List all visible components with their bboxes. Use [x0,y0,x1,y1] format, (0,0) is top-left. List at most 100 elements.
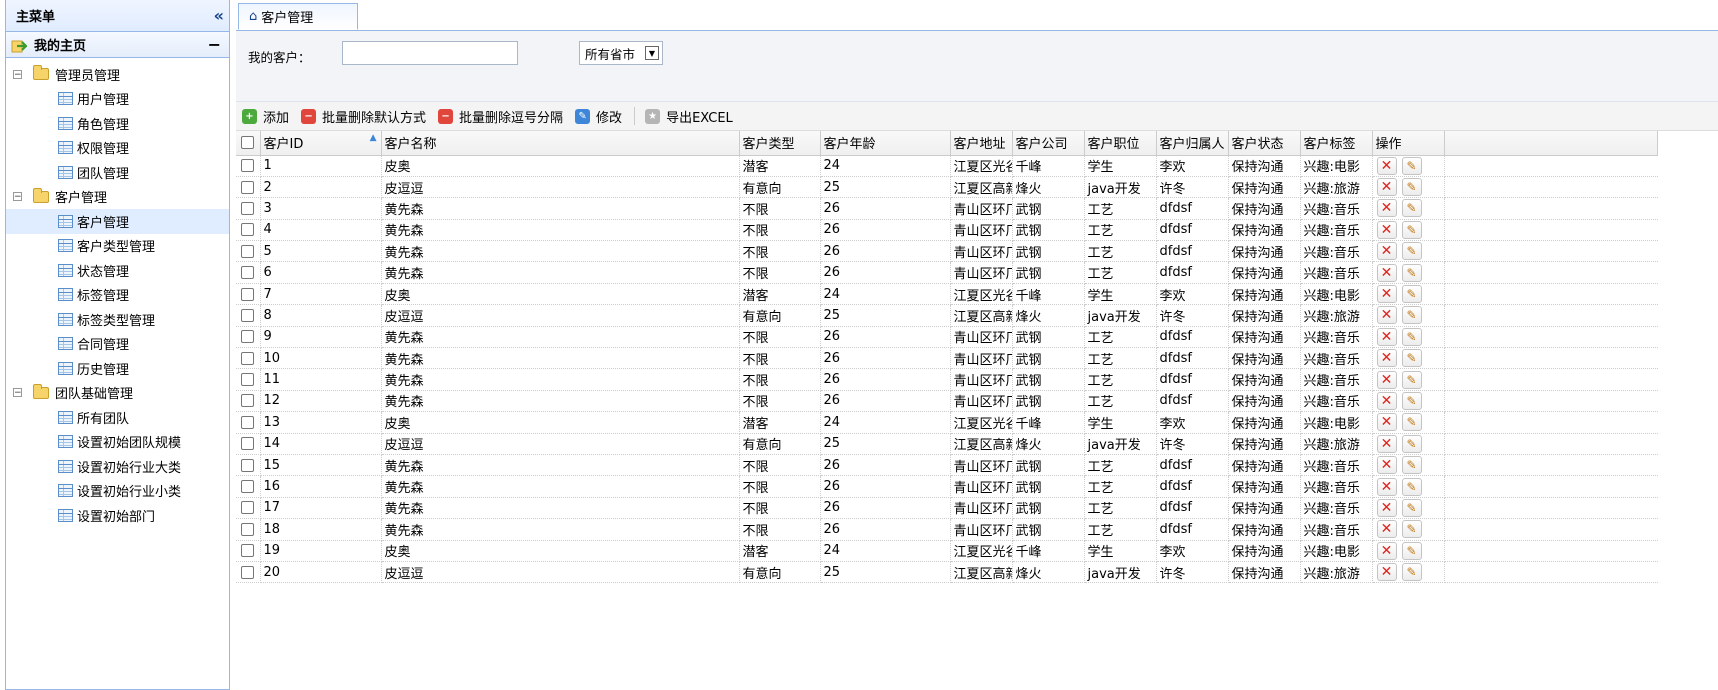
sidebar-item[interactable]: 历史管理 [6,356,229,381]
table-row[interactable]: 9黄先森不限26青山区环厂武钢工艺dfdsf保持沟通兴趣:音乐✕✎ [236,326,1658,349]
pencil-edit-icon[interactable]: ✎ [1401,199,1422,218]
add-button[interactable]: + 添加 [242,107,289,126]
pencil-edit-icon[interactable]: ✎ [1401,370,1422,389]
column-header[interactable]: 客户公司 [1012,131,1085,156]
sidebar-item[interactable]: 客户管理 [6,209,229,234]
expander-minus-icon[interactable]: − [13,69,22,79]
table-row[interactable]: 13皮奥潜客24江夏区光谷千峰学生李欢保持沟通兴趣:电影✕✎ [236,411,1658,434]
pencil-edit-icon[interactable]: ✎ [1401,413,1422,432]
table-row[interactable]: 2皮逗逗有意向25江夏区高新烽火java开发许冬保持沟通兴趣:旅游✕✎ [236,176,1658,199]
column-header[interactable]: 客户ID ▲ [260,131,382,156]
column-header[interactable]: 客户地址 [950,131,1013,156]
pencil-edit-icon[interactable]: ✎ [1401,498,1422,517]
collapse-double-chevron-left-icon[interactable]: « [214,6,224,25]
sidebar-item[interactable]: 设置初始部门 [6,503,229,528]
column-header[interactable]: 客户年龄 [820,131,951,156]
pencil-edit-icon[interactable]: ✎ [1401,220,1422,239]
batch-delete-default-button[interactable]: − 批量删除默认方式 [301,107,426,126]
row-checkbox[interactable] [241,266,255,280]
row-checkbox[interactable] [241,244,255,258]
sidebar-item[interactable]: 用户管理 [6,87,229,112]
tree-group[interactable]: − 管理员管理 [6,62,229,87]
row-checkbox[interactable] [241,565,255,579]
customer-search-input[interactable] [342,41,518,65]
delete-x-icon[interactable]: ✕ [1376,242,1397,261]
delete-x-icon[interactable]: ✕ [1376,306,1397,325]
delete-x-icon[interactable]: ✕ [1376,520,1397,539]
delete-x-icon[interactable]: ✕ [1376,263,1397,282]
table-row[interactable]: 1皮奥潜客24江夏区光谷千峰学生李欢保持沟通兴趣:电影✕✎ [236,155,1658,177]
delete-x-icon[interactable]: ✕ [1376,498,1397,517]
row-checkbox[interactable] [241,394,255,408]
pencil-edit-icon[interactable]: ✎ [1401,349,1422,368]
column-header[interactable]: 操作 [1372,131,1445,156]
pencil-edit-icon[interactable]: ✎ [1401,285,1422,304]
batch-delete-comma-button[interactable]: − 批量删除逗号分隔 [438,107,563,126]
table-row[interactable]: 5黄先森不限26青山区环厂武钢工艺dfdsf保持沟通兴趣:音乐✕✎ [236,240,1658,263]
table-row[interactable]: 15黄先森不限26青山区环厂武钢工艺dfdsf保持沟通兴趣:音乐✕✎ [236,454,1658,477]
table-row[interactable]: 12黄先森不限26青山区环厂武钢工艺dfdsf保持沟通兴趣:音乐✕✎ [236,390,1658,413]
row-checkbox[interactable] [241,458,255,472]
select-all-checkbox[interactable] [241,136,255,150]
delete-x-icon[interactable]: ✕ [1376,391,1397,410]
delete-x-icon[interactable]: ✕ [1376,541,1397,560]
sidebar-item[interactable]: 客户类型管理 [6,234,229,259]
row-checkbox[interactable] [241,287,255,301]
pencil-edit-icon[interactable]: ✎ [1401,263,1422,282]
table-row[interactable]: 18黄先森不限26青山区环厂武钢工艺dfdsf保持沟通兴趣:音乐✕✎ [236,518,1658,541]
table-row[interactable]: 19皮奥潜客24江夏区光谷千峰学生李欢保持沟通兴趣:电影✕✎ [236,540,1658,562]
row-checkbox[interactable] [241,223,255,237]
pencil-edit-icon[interactable]: ✎ [1401,156,1422,175]
sort-ascending-icon[interactable]: ▲ [370,133,377,143]
table-row[interactable]: 10黄先森不限26青山区环厂武钢工艺dfdsf保持沟通兴趣:音乐✕✎ [236,347,1658,370]
row-checkbox[interactable] [241,415,255,429]
row-checkbox[interactable] [241,201,255,215]
sidebar-item[interactable]: 所有团队 [6,405,229,430]
pencil-edit-icon[interactable]: ✎ [1401,520,1422,539]
sidebar-home[interactable]: 我的主页 − [6,32,229,58]
row-checkbox[interactable] [241,373,255,387]
row-checkbox[interactable] [241,351,255,365]
column-header[interactable]: 客户归属人 [1156,131,1229,156]
table-row[interactable]: 17黄先森不限26青山区环厂武钢工艺dfdsf保持沟通兴趣:音乐✕✎ [236,497,1658,520]
row-checkbox[interactable] [241,437,255,451]
column-header[interactable]: 客户名称 [381,131,740,156]
delete-x-icon[interactable]: ✕ [1376,370,1397,389]
delete-x-icon[interactable]: ✕ [1376,178,1397,197]
delete-x-icon[interactable]: ✕ [1376,563,1397,582]
pencil-edit-icon[interactable]: ✎ [1401,306,1422,325]
expander-minus-icon[interactable]: − [13,192,22,202]
row-checkbox[interactable] [241,308,255,322]
row-checkbox[interactable] [241,480,255,494]
sidebar-item[interactable]: 设置初始团队规模 [6,430,229,455]
pencil-edit-icon[interactable]: ✎ [1401,434,1422,453]
sidebar-item[interactable]: 标签管理 [6,283,229,308]
delete-x-icon[interactable]: ✕ [1376,327,1397,346]
table-row[interactable]: 6黄先森不限26青山区环厂武钢工艺dfdsf保持沟通兴趣:音乐✕✎ [236,261,1658,284]
column-header[interactable]: 客户职位 [1084,131,1157,156]
delete-x-icon[interactable]: ✕ [1376,477,1397,496]
delete-x-icon[interactable]: ✕ [1376,285,1397,304]
export-excel-button[interactable]: ★ 导出EXCEL [645,107,733,126]
table-row[interactable]: 16黄先森不限26青山区环厂武钢工艺dfdsf保持沟通兴趣:音乐✕✎ [236,475,1658,498]
delete-x-icon[interactable]: ✕ [1376,413,1397,432]
sidebar-item[interactable]: 角色管理 [6,111,229,136]
column-header[interactable]: 客户标签 [1300,131,1373,156]
edit-button[interactable]: ✎ 修改 [575,107,622,126]
sidebar-item[interactable]: 标签类型管理 [6,307,229,332]
province-select[interactable]: 所有省市 ▼ [579,41,663,65]
delete-x-icon[interactable]: ✕ [1376,199,1397,218]
pencil-edit-icon[interactable]: ✎ [1401,242,1422,261]
pencil-edit-icon[interactable]: ✎ [1401,178,1422,197]
table-row[interactable]: 8皮逗逗有意向25江夏区高新烽火java开发许冬保持沟通兴趣:旅游✕✎ [236,304,1658,327]
pencil-edit-icon[interactable]: ✎ [1401,541,1422,560]
row-checkbox[interactable] [241,544,255,558]
sidebar-item[interactable]: 权限管理 [6,136,229,161]
dropdown-arrow-icon[interactable]: ▼ [645,46,659,60]
pencil-edit-icon[interactable]: ✎ [1401,327,1422,346]
delete-x-icon[interactable]: ✕ [1376,220,1397,239]
sidebar-item[interactable]: 合同管理 [6,332,229,357]
table-row[interactable]: 11黄先森不限26青山区环厂武钢工艺dfdsf保持沟通兴趣:音乐✕✎ [236,368,1658,391]
row-checkbox[interactable] [241,180,255,194]
delete-x-icon[interactable]: ✕ [1376,434,1397,453]
